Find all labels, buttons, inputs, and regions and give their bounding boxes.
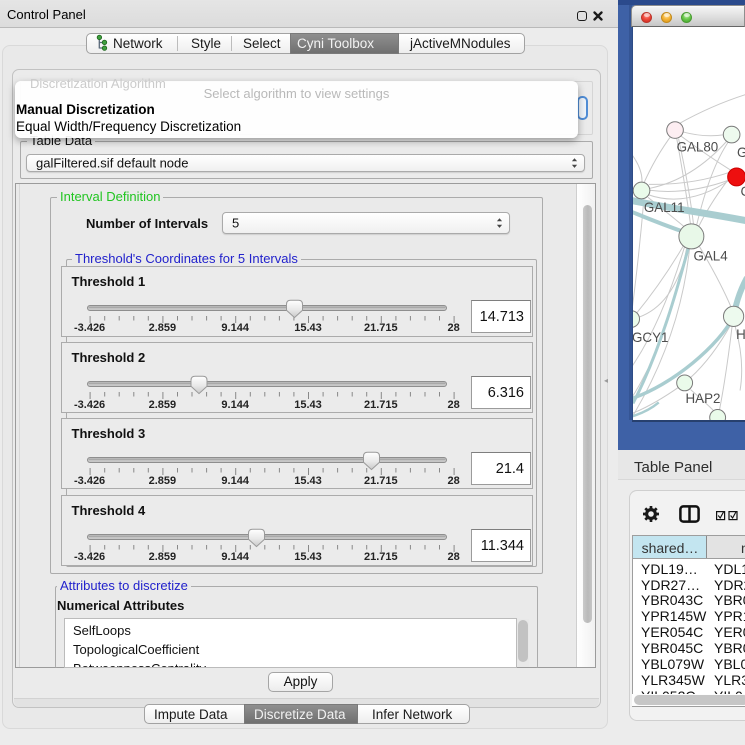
svg-text:G: G (737, 145, 745, 160)
svg-text:H: H (736, 327, 745, 342)
svg-text:GAL4: GAL4 (693, 249, 728, 264)
svg-text:GAL80: GAL80 (677, 139, 719, 154)
svg-text:GCY1: GCY1 (632, 330, 668, 345)
svg-text:C: C (741, 184, 745, 199)
svg-text:HAP2: HAP2 (686, 391, 721, 406)
svg-text:GAL11: GAL11 (644, 200, 685, 215)
